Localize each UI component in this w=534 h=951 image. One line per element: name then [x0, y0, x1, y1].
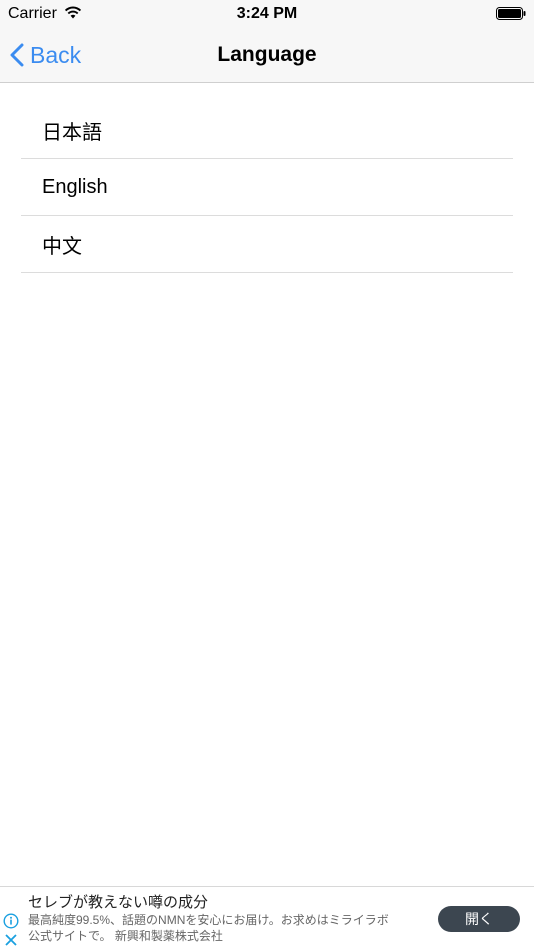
ad-banner[interactable]: セレブが教えない噂の成分 最高純度99.5%、話題のNMNを安心にお届け。お求め… — [0, 886, 534, 950]
language-option-english[interactable]: English — [21, 159, 513, 216]
navigation-bar: Back Language — [0, 28, 534, 83]
language-label: English — [42, 175, 108, 198]
close-icon[interactable] — [5, 933, 17, 951]
language-option-japanese[interactable]: 日本語 — [21, 102, 513, 159]
status-time: 3:24 PM — [236, 5, 298, 22]
status-bar: Carrier 3:24 PM — [0, 0, 534, 28]
ad-open-button[interactable]: 開く — [438, 906, 520, 932]
language-list: 日本語 English 中文 — [21, 102, 513, 273]
language-option-chinese[interactable]: 中文 — [21, 216, 513, 273]
battery-icon — [496, 7, 526, 25]
language-label: 中文 — [42, 235, 82, 258]
info-icon[interactable] — [3, 913, 19, 934]
ad-body-line: 公式サイトで。 新興和製薬株式会社 — [28, 929, 223, 943]
page-title: Language — [217, 43, 317, 66]
ad-headline: セレブが教えない噂の成分 — [28, 894, 209, 911]
ad-body-line: 最高純度99.5%、話題のNMNを安心にお届け。お求めはミライラボ — [28, 913, 389, 927]
ad-body: 最高純度99.5%、話題のNMNを安心にお届け。お求めはミライラボ 公式サイトで… — [28, 912, 428, 944]
language-label: 日本語 — [42, 121, 102, 144]
